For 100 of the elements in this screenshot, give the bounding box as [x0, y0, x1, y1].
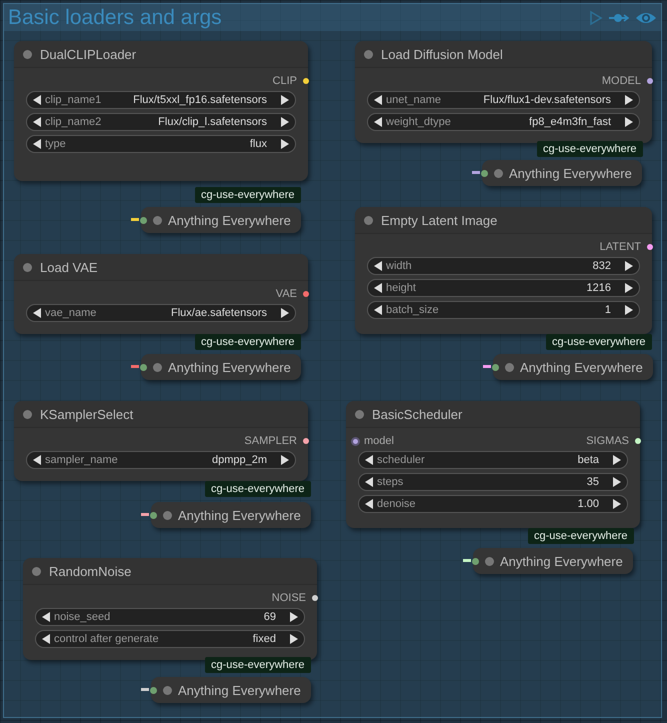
output-slot-dot[interactable] — [303, 78, 309, 84]
node-status-dot[interactable] — [494, 168, 503, 178]
node-status-dot[interactable] — [355, 410, 364, 418]
increment-arrow-icon[interactable] — [625, 95, 633, 105]
decrement-arrow-icon[interactable] — [33, 95, 41, 105]
output-slot-dot[interactable] — [635, 438, 641, 444]
combo-field[interactable]: scheduler beta — [358, 451, 628, 469]
output-slot-dot[interactable] — [312, 595, 318, 601]
field-label: type — [45, 138, 67, 150]
combo-field[interactable]: height 1216 — [367, 279, 640, 297]
input-slot-dot[interactable] — [140, 364, 147, 370]
wire-stub — [131, 365, 139, 368]
node-status-dot[interactable] — [32, 566, 41, 576]
node-status-dot[interactable] — [153, 362, 162, 372]
increment-arrow-icon[interactable] — [281, 139, 289, 149]
node-status-dot[interactable] — [153, 216, 162, 224]
output-slot-dot[interactable] — [303, 291, 309, 297]
increment-arrow-icon[interactable] — [290, 634, 298, 644]
combo-field[interactable]: vae_name Flux/ae.safetensors — [26, 304, 296, 322]
decrement-arrow-icon[interactable] — [42, 612, 50, 622]
node-status-dot[interactable] — [364, 50, 373, 58]
combo-field[interactable]: denoise 1.00 — [358, 495, 628, 513]
input-slot-dot[interactable] — [150, 512, 157, 518]
field-value: fp8_e4m3fn_fast — [529, 116, 611, 128]
field-value: 1 — [604, 304, 611, 316]
field-label: height — [386, 282, 417, 294]
field-value: 832 — [592, 260, 611, 272]
decrement-arrow-icon[interactable] — [33, 455, 41, 465]
combo-field[interactable]: unet_name Flux/flux1-dev.safetensors — [367, 91, 640, 109]
increment-arrow-icon[interactable] — [613, 477, 621, 487]
combo-field[interactable]: clip_name1 Flux/t5xxl_fp16.safetensors — [26, 91, 296, 109]
node-card[interactable]: Load VAE VAE vae_name Flux/ae.safetensors — [14, 254, 308, 334]
field-label: clip_name2 — [45, 116, 102, 128]
increment-arrow-icon[interactable] — [625, 117, 633, 127]
increment-arrow-icon[interactable] — [281, 117, 289, 127]
decrement-arrow-icon[interactable] — [374, 283, 382, 293]
combo-field[interactable]: steps 35 — [358, 473, 628, 491]
input-slot-dot[interactable] — [353, 438, 358, 444]
node-status-dot[interactable] — [485, 556, 494, 566]
decrement-arrow-icon[interactable] — [365, 455, 373, 465]
field-value: 35 — [586, 476, 599, 488]
output-slot-dot[interactable] — [303, 438, 309, 444]
node-title: Anything Everywhere — [509, 166, 632, 180]
increment-arrow-icon[interactable] — [290, 612, 298, 622]
node-status-dot[interactable] — [23, 262, 32, 272]
combo-field[interactable]: noise_seed 69 — [35, 608, 305, 626]
node-title: RandomNoise — [49, 564, 132, 578]
node-status-dot[interactable] — [23, 410, 32, 418]
increment-arrow-icon[interactable] — [613, 455, 621, 465]
node-card[interactable]: Empty Latent Image LATENT width 832 height 1216 batch_size 1 — [355, 207, 652, 334]
combo-field[interactable]: weight_dtype fp8_e4m3fn_fast — [367, 113, 640, 131]
increment-arrow-icon[interactable] — [281, 95, 289, 105]
input-slot-dot[interactable] — [481, 170, 488, 176]
wire-stub — [131, 218, 139, 221]
node-card[interactable]: KSamplerSelect SAMPLER sampler_name dpmpp_2m — [14, 401, 308, 481]
output-slot-dot[interactable] — [647, 78, 653, 84]
decrement-arrow-icon[interactable] — [374, 117, 382, 127]
node-title: Load Diffusion Model — [381, 46, 503, 62]
decrement-arrow-icon[interactable] — [374, 305, 382, 315]
decrement-arrow-icon[interactable] — [365, 477, 373, 487]
field-value: Flux/flux1-dev.safetensors — [483, 94, 611, 106]
increment-arrow-icon[interactable] — [625, 283, 633, 293]
combo-field[interactable]: control after generate fixed — [35, 630, 305, 648]
field-label: clip_name1 — [45, 94, 102, 106]
node-tag: cg-use-everywhere — [537, 141, 643, 157]
node-card[interactable]: Load Diffusion Model MODEL unet_name Flux/flux1-dev.safetensors weight_dtype fp8_e4m3fn_fast — [355, 41, 652, 143]
field-label: steps — [377, 476, 404, 488]
decrement-arrow-icon[interactable] — [374, 261, 382, 271]
input-slot-dot[interactable] — [140, 216, 147, 224]
combo-field[interactable]: sampler_name dpmpp_2m — [26, 451, 296, 469]
input-slot-dot[interactable] — [492, 364, 499, 370]
decrement-arrow-icon[interactable] — [33, 139, 41, 149]
combo-field[interactable]: type flux — [26, 135, 296, 153]
decrement-arrow-icon[interactable] — [33, 117, 41, 127]
field-label: weight_dtype — [386, 116, 452, 128]
node-status-dot[interactable] — [163, 510, 172, 520]
combo-field[interactable]: width 832 — [367, 257, 640, 275]
node-card[interactable]: RandomNoise NOISE noise_seed 69 control after generate fixed — [23, 558, 317, 660]
node-status-dot[interactable] — [505, 362, 514, 372]
node-card[interactable]: DualCLIPLoader CLIP clip_name1 Flux/t5xxl_fp16.safetensors clip_name2 Flux/clip_l.safetensors type flux — [14, 41, 308, 181]
decrement-arrow-icon[interactable] — [42, 634, 50, 644]
decrement-arrow-icon[interactable] — [374, 95, 382, 105]
wire-stub — [141, 513, 149, 516]
output-slot-dot[interactable] — [647, 244, 653, 250]
combo-field[interactable]: batch_size 1 — [367, 301, 640, 319]
decrement-arrow-icon[interactable] — [365, 499, 373, 509]
increment-arrow-icon[interactable] — [613, 499, 621, 509]
increment-arrow-icon[interactable] — [281, 455, 289, 465]
increment-arrow-icon[interactable] — [281, 308, 289, 318]
input-slot-dot[interactable] — [472, 558, 479, 564]
combo-field[interactable]: clip_name2 Flux/clip_l.safetensors — [26, 113, 296, 131]
node-status-dot[interactable] — [23, 50, 32, 58]
node-card[interactable]: BasicScheduler model SIGMAS scheduler beta steps 35 denoise 1.00 — [346, 401, 640, 528]
increment-arrow-icon[interactable] — [625, 305, 633, 315]
decrement-arrow-icon[interactable] — [33, 308, 41, 318]
node-status-dot[interactable] — [364, 216, 373, 224]
field-value: fixed — [252, 633, 276, 645]
input-slot-dot[interactable] — [150, 686, 157, 694]
increment-arrow-icon[interactable] — [625, 261, 633, 271]
node-status-dot[interactable] — [163, 686, 172, 694]
